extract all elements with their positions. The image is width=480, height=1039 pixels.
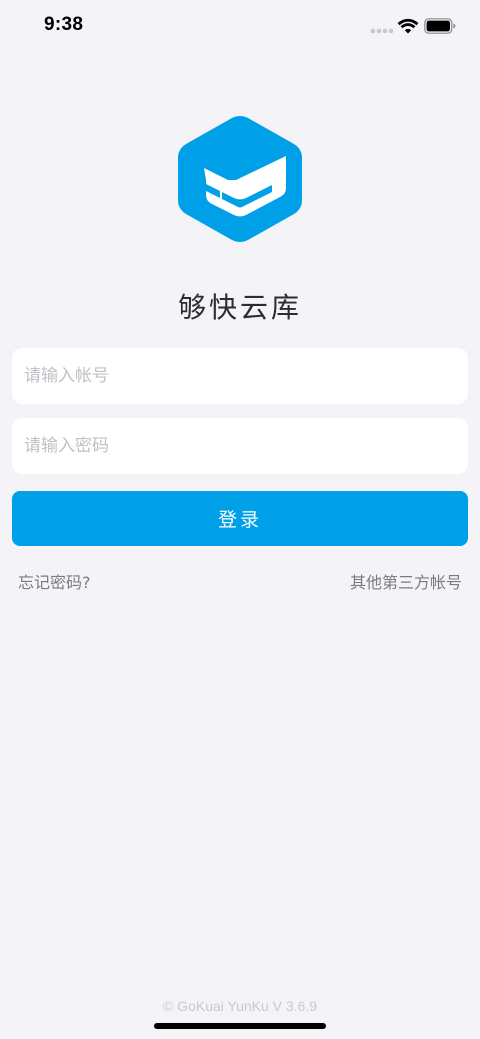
gokuai-cube-logo-icon	[178, 116, 302, 242]
account-field[interactable]	[12, 348, 468, 404]
status-time: 9:38	[44, 14, 84, 35]
app-name: 够快云库	[177, 291, 302, 324]
wifi-icon	[397, 18, 419, 34]
battery-icon	[424, 18, 456, 34]
password-field[interactable]	[12, 418, 468, 474]
forgot-password-link[interactable]: 忘记密码?	[18, 569, 91, 593]
version-text: © GoKuai YunKu V 3.6.9	[162, 998, 318, 1014]
status-bar: 9:38	[0, 0, 480, 50]
login-button[interactable]: 登录	[12, 491, 468, 546]
account-input[interactable]	[24, 348, 444, 404]
password-input[interactable]	[24, 418, 444, 474]
home-indicator[interactable]	[154, 1023, 326, 1029]
signal-dots-icon	[370, 28, 394, 34]
third-party-login-link[interactable]: 其他第三方帐号	[350, 569, 462, 593]
